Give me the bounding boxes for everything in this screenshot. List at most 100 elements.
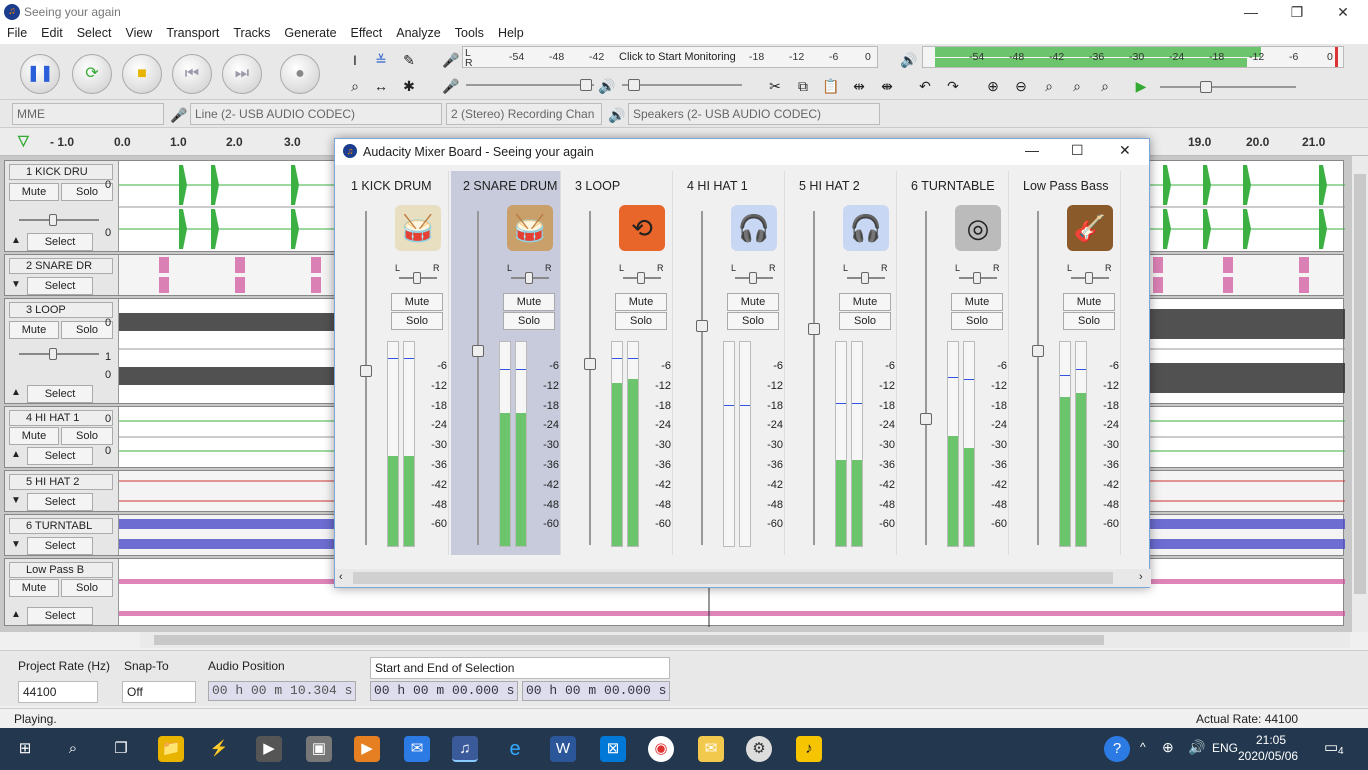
media-app-icon[interactable]: ▣ [306,736,332,762]
mute-button[interactable]: Mute [9,321,59,339]
pan-slider[interactable]: LR [955,263,1001,285]
gain-slider-knob[interactable] [472,345,484,357]
select-track-button[interactable]: Select [27,607,93,625]
gain-slider-knob[interactable] [920,413,932,425]
select-track-button[interactable]: Select [27,385,93,403]
expand-icon[interactable]: ▼ [11,279,21,290]
menu-tools[interactable]: Tools [448,24,491,42]
track-name-menu[interactable]: 4 HI HAT 1 [9,410,113,426]
select-track-button[interactable]: Select [27,233,93,251]
file-explorer-icon[interactable]: 📁 [158,736,184,762]
record-meter[interactable]: LR -54 -48 -42 Click to Start Monitoring -18… [462,46,878,68]
mixer-strip[interactable]: 3 LOOP ⟲ L R Mute Solo -6 -12 -18 -24 -30 -36 -42 -48… [563,171,673,555]
gain-slider[interactable] [472,211,484,545]
gain-slider[interactable] [19,214,99,226]
recording-channels-select[interactable]: 2 (Stereo) Recording Chan [446,103,602,125]
mixer-strip[interactable]: 6 TURNTABLE ◎ L R Mute Solo -6 -12 -18 -24 -30 -36-… [899,171,1009,555]
strip-solo-button[interactable]: Solo [503,312,555,330]
zoom-in-icon[interactable]: ⊕ [982,74,1004,96]
menu-tracks[interactable]: Tracks [226,24,277,42]
restore-icon[interactable]: ❐ [1274,0,1320,24]
language-indicator[interactable]: ENG [1212,741,1238,755]
network-app-icon[interactable]: ⚙ [746,736,772,762]
menu-generate[interactable]: Generate [277,24,343,42]
windows-start-icon[interactable]: ⊞ [12,736,38,762]
gain-slider-knob[interactable] [1032,345,1044,357]
gain-slider[interactable] [808,211,820,545]
gain-slider[interactable] [920,211,932,545]
word-icon[interactable]: W [550,736,576,762]
time-shift-tool-icon[interactable]: ↔ [370,74,392,96]
track-name-menu[interactable]: Low Pass B [9,562,113,578]
scroll-right-icon[interactable]: › [1139,571,1143,583]
audacity-taskbar-icon[interactable]: ♫ [452,736,478,762]
menu-help[interactable]: Help [491,24,531,42]
menu-view[interactable]: View [118,24,159,42]
menu-transport[interactable]: Transport [159,24,226,42]
mixer-strip[interactable]: 4 HI HAT 1 🎧 L R Mute Solo -6 -12 -18 -24 -30 -36 -4… [675,171,785,555]
gain-slider-knob[interactable] [360,365,372,377]
zoom-out-icon[interactable]: ⊖ [1010,74,1032,96]
media-player-icon[interactable]: ▶ [354,736,380,762]
pan-slider[interactable]: LR [731,263,777,285]
mixer-strip[interactable]: 1 KICK DRUM 🥁 L R Mute Solo -6 -12 -18 -24 -30 -36-… [339,171,449,555]
solo-button[interactable]: Solo [61,427,113,445]
mixer-strip[interactable]: 2 SNARE DRUM 🥁 L R Mute Solo -6 -12 -18 -24 -30 -36… [451,171,561,555]
strip-mute-button[interactable]: Mute [391,293,443,311]
skip-end-button[interactable]: ⏭ [222,54,262,94]
menu-effect[interactable]: Effect [344,24,390,42]
mute-button[interactable]: Mute [9,579,59,597]
strip-solo-button[interactable]: Solo [391,312,443,330]
zoom-tool-icon[interactable]: ⌕ [344,74,366,96]
mixer-strip[interactable]: 5 HI HAT 2 🎧 L R Mute Solo -6 -12 -18 -24 -30 -36 -4… [787,171,897,555]
audio-position-display[interactable]: 00 h 00 m 10.304 s [208,681,356,701]
play-meter-speaker-icon[interactable]: 🔊 [898,48,920,70]
menu-select[interactable]: Select [70,24,119,42]
strip-mute-button[interactable]: Mute [1063,293,1115,311]
audio-host-select[interactable]: MME [12,103,164,125]
selection-tool-icon[interactable]: I [344,48,366,70]
strip-solo-button[interactable]: Solo [839,312,891,330]
selection-mode-select[interactable]: Start and End of Selection [370,657,670,679]
collapse-icon[interactable]: ▲ [11,387,21,398]
track-name-menu[interactable]: 2 SNARE DR [9,258,113,274]
solo-button[interactable]: Solo [61,579,113,597]
tray-chevron-icon[interactable]: ^ [1140,740,1146,754]
play-speed-slider[interactable] [1160,81,1296,93]
recording-device-select[interactable]: Line (2- USB AUDIO CODEC) [190,103,442,125]
track-name-menu[interactable]: 1 KICK DRU [9,164,113,180]
track-name-menu[interactable]: 3 LOOP [9,302,113,318]
undo-icon[interactable]: ↶ [914,74,936,96]
strip-mute-button[interactable]: Mute [615,293,667,311]
collapse-icon[interactable]: ▲ [11,449,21,460]
fit-selection-icon[interactable]: ⌕ [1038,74,1060,96]
recording-volume-slider[interactable] [466,79,594,91]
copy-icon[interactable]: ⧉ [792,74,814,96]
strip-mute-button[interactable]: Mute [727,293,779,311]
menu-file[interactable]: File [0,24,34,42]
collapse-icon[interactable]: ▲ [11,235,21,246]
gain-slider[interactable] [696,211,708,545]
paste-icon[interactable]: 📋 [820,74,842,96]
envelope-tool-icon[interactable]: ≚ [370,48,392,70]
video-editor-icon[interactable]: ▶ [256,736,282,762]
gain-slider-knob[interactable] [584,358,596,370]
gain-slider[interactable] [360,211,372,545]
redo-icon[interactable]: ↷ [942,74,964,96]
strip-solo-button[interactable]: Solo [1063,312,1115,330]
loop-play-button[interactable]: ⟳ [72,54,112,94]
pan-slider[interactable]: LR [1067,263,1113,285]
strip-mute-button[interactable]: Mute [839,293,891,311]
clock-date[interactable]: 2020/05/06 [1238,749,1298,763]
app-icon[interactable]: ⚡ [206,736,232,762]
edge-browser-icon[interactable]: e [502,736,528,762]
strip-mute-button[interactable]: Mute [951,293,1003,311]
silence-icon[interactable]: ⇼ [876,74,898,96]
fit-project-icon[interactable]: ⌕ [1066,74,1088,96]
network-icon[interactable]: ⊕ [1162,739,1174,756]
skip-start-button[interactable]: ⏮ [172,54,212,94]
draw-tool-icon[interactable]: ✎ [398,48,420,70]
select-track-button[interactable]: Select [27,537,93,555]
trim-audio-icon[interactable]: ⇹ [848,74,870,96]
notification-icon[interactable]: ▭ [1324,738,1338,756]
